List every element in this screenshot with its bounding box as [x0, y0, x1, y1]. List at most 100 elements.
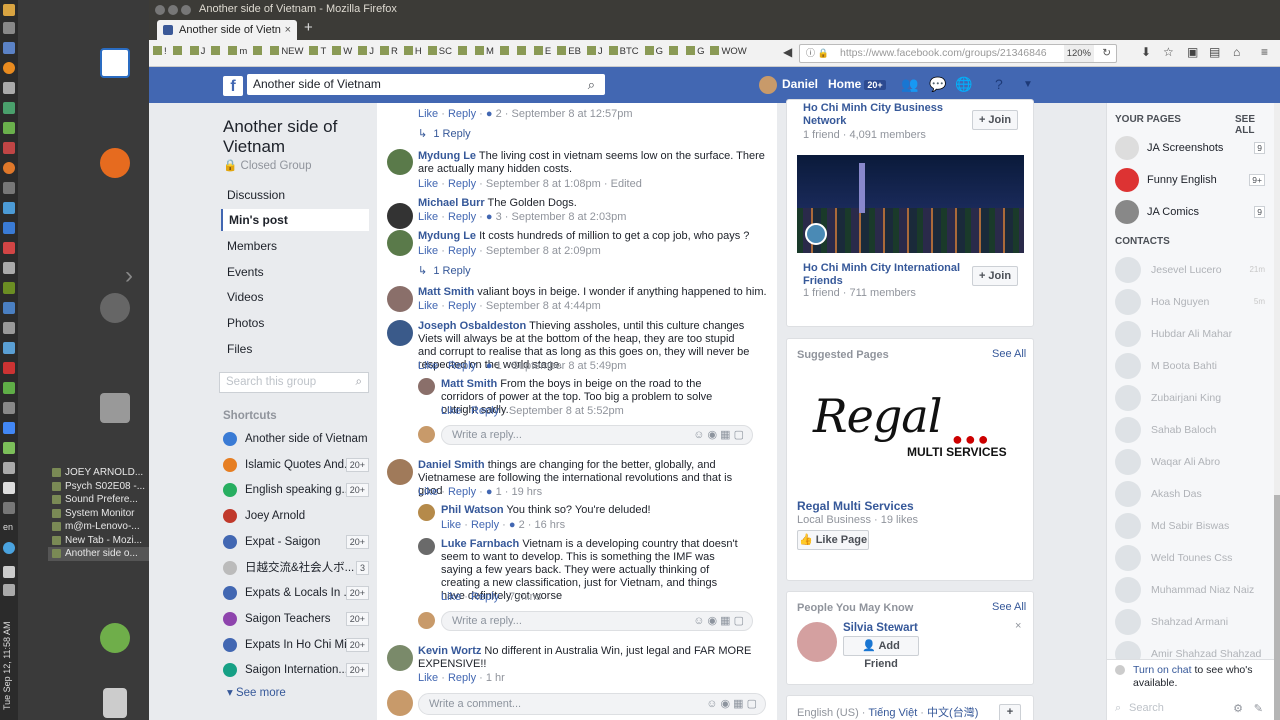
- commenter-name[interactable]: Matt Smith: [418, 286, 474, 298]
- commenter-name[interactable]: Phil Watson: [441, 504, 504, 516]
- contact-item[interactable]: M Boota Bahti: [1115, 353, 1265, 379]
- group-suggestion-name[interactable]: Ho Chi Minh City International Friends: [803, 262, 963, 288]
- task-item[interactable]: m@m-Lenovo-...: [48, 520, 149, 534]
- see-more-link[interactable]: ▾ See more: [227, 685, 286, 699]
- pocket-icon[interactable]: ▣: [1187, 45, 1198, 59]
- avatar[interactable]: [387, 459, 413, 485]
- contact-item[interactable]: Akash Das: [1115, 481, 1265, 507]
- user-icon[interactable]: [100, 623, 130, 653]
- write-reply-input[interactable]: Write a reply... ☺ ◉ ▦ ▢: [441, 611, 753, 631]
- menu-icon[interactable]: ≡: [1261, 45, 1268, 59]
- bookmark-item[interactable]: [211, 46, 222, 57]
- close-window-button[interactable]: [155, 5, 165, 15]
- contact-item[interactable]: Shahzad Armani: [1115, 609, 1265, 635]
- see-all-pages-link[interactable]: SEE ALL: [1235, 114, 1274, 136]
- like-link[interactable]: Like: [418, 486, 438, 498]
- browser-tab[interactable]: Another side of Vietn ×: [157, 20, 297, 40]
- document-icon[interactable]: [100, 48, 130, 78]
- archive-icon[interactable]: [100, 393, 130, 423]
- avatar[interactable]: [387, 286, 413, 312]
- comment-time[interactable]: September 8 at 2:03pm: [512, 211, 627, 223]
- lang-link[interactable]: Tiếng Việt: [868, 707, 917, 719]
- join-group-button[interactable]: + Join: [972, 266, 1018, 286]
- shortcut-item[interactable]: 日越交流&社会人ボ... 3: [223, 558, 369, 578]
- app-icon[interactable]: [3, 442, 15, 454]
- task-item[interactable]: Sound Prefere...: [48, 493, 149, 507]
- app-icon[interactable]: [3, 302, 15, 314]
- app-icon[interactable]: [3, 262, 15, 274]
- contact-item[interactable]: Hoa Nguyen 5m: [1115, 289, 1265, 315]
- like-link[interactable]: Like: [441, 405, 461, 417]
- commenter-name[interactable]: Matt Smith: [441, 378, 497, 390]
- like-link[interactable]: Like: [418, 211, 438, 223]
- like-link[interactable]: Like: [418, 245, 438, 257]
- chevron-down-icon[interactable]: ▼: [1023, 79, 1033, 90]
- lang-link[interactable]: English (US): [797, 707, 859, 719]
- bookmark-item[interactable]: G: [686, 46, 704, 57]
- reply-link[interactable]: Reply: [448, 300, 476, 312]
- comment-time[interactable]: September 8 at 4:44pm: [486, 300, 601, 312]
- messenger-icon[interactable]: 💬: [929, 76, 946, 93]
- bookmark-item[interactable]: [499, 46, 511, 57]
- app-icon[interactable]: [3, 142, 15, 154]
- sticker-emoji-photo-icons[interactable]: ☺ ◉ ▦ ▢: [693, 612, 744, 630]
- comment-time[interactable]: 1 hr: [486, 672, 505, 684]
- bookmark-item[interactable]: T: [309, 46, 326, 57]
- bookmark-item[interactable]: !: [153, 46, 167, 57]
- write-comment-input[interactable]: Write a comment... ☺ ◉ ▦ ▢: [418, 693, 766, 715]
- bookmark-item[interactable]: EB: [557, 46, 581, 57]
- reply-link[interactable]: Reply: [448, 360, 476, 372]
- lang-link[interactable]: 中文(台灣): [927, 707, 978, 719]
- shortcut-item[interactable]: Another side of Vietnam: [223, 429, 369, 449]
- bookmark-item[interactable]: SC: [427, 46, 452, 57]
- sticker-emoji-photo-icons[interactable]: ☺ ◉ ▦ ▢: [706, 694, 757, 714]
- comment-time[interactable]: September 8 at 5:49pm: [512, 360, 627, 372]
- task-item[interactable]: JOEY ARNOLD...: [48, 466, 149, 480]
- contact-item[interactable]: Md Sabir Biswas: [1115, 513, 1265, 539]
- facebook-search-input[interactable]: Another side of Vietnam ⌕: [247, 74, 605, 95]
- write-reply-input[interactable]: Write a reply... ☺ ◉ ▦ ▢: [441, 425, 753, 445]
- page-scrollbar[interactable]: [1274, 103, 1280, 720]
- commenter-name[interactable]: Joseph Osbaldeston: [418, 320, 526, 332]
- reply-link[interactable]: Reply: [448, 245, 476, 257]
- shortcut-item[interactable]: Saigon Teachers 20+: [223, 609, 369, 629]
- reply-link[interactable]: Reply: [448, 178, 476, 190]
- view-replies-link[interactable]: ↳ 1 Reply: [418, 127, 471, 140]
- bookmark-item[interactable]: [457, 46, 469, 57]
- person-name[interactable]: Silvia Stewart: [843, 622, 918, 635]
- task-item-active[interactable]: Another side o...: [48, 547, 149, 561]
- task-item[interactable]: New Tab - Mozi...: [48, 534, 149, 548]
- new-message-icon[interactable]: ✎: [1254, 702, 1263, 715]
- bookmark-item[interactable]: J: [358, 46, 374, 57]
- reply-link[interactable]: Reply: [448, 211, 476, 223]
- facebook-logo-icon[interactable]: f: [223, 76, 243, 96]
- app-icon[interactable]: [3, 182, 15, 194]
- bookmark-item[interactable]: NEW: [270, 46, 303, 57]
- profile-link[interactable]: Daniel: [759, 75, 818, 94]
- like-link[interactable]: Like: [441, 519, 461, 531]
- your-page-item[interactable]: JA Screenshots 9: [1115, 136, 1265, 160]
- bookmark-item[interactable]: H: [403, 46, 422, 57]
- group-nav-files[interactable]: Files: [221, 338, 369, 360]
- commenter-name[interactable]: Mydung Le: [418, 230, 476, 242]
- group-suggestion-name[interactable]: Ho Chi Minh City Business Network: [803, 102, 963, 128]
- add-friend-button[interactable]: 👤 Add Friend: [843, 636, 919, 670]
- group-title[interactable]: Another side of Vietnam: [223, 117, 363, 157]
- group-nav-events[interactable]: Events: [221, 261, 369, 283]
- minimize-window-button[interactable]: [168, 5, 178, 15]
- group-nav-discussion[interactable]: Discussion: [221, 184, 369, 206]
- contact-item[interactable]: Muhammad Niaz Naiz: [1115, 577, 1265, 603]
- commenter-name[interactable]: Michael Burr: [418, 197, 485, 209]
- add-language-button[interactable]: +: [999, 704, 1021, 720]
- contact-item[interactable]: Jesevel Lucero 21m: [1115, 257, 1265, 283]
- commenter-name[interactable]: Luke Farnbach: [441, 538, 519, 550]
- group-nav-members[interactable]: Members: [221, 235, 369, 257]
- commenter-name[interactable]: Daniel Smith: [418, 459, 485, 471]
- group-cover-image[interactable]: [797, 155, 1024, 253]
- app-icon[interactable]: [3, 422, 15, 434]
- download-icon[interactable]: ⬇: [1141, 45, 1151, 59]
- comment-time[interactable]: 19 hrs: [512, 486, 543, 498]
- commenter-name[interactable]: Mydung Le: [418, 150, 476, 162]
- page-name[interactable]: Regal Multi Services: [797, 500, 914, 513]
- comment-time[interactable]: September 8 at 5:52pm: [509, 405, 624, 417]
